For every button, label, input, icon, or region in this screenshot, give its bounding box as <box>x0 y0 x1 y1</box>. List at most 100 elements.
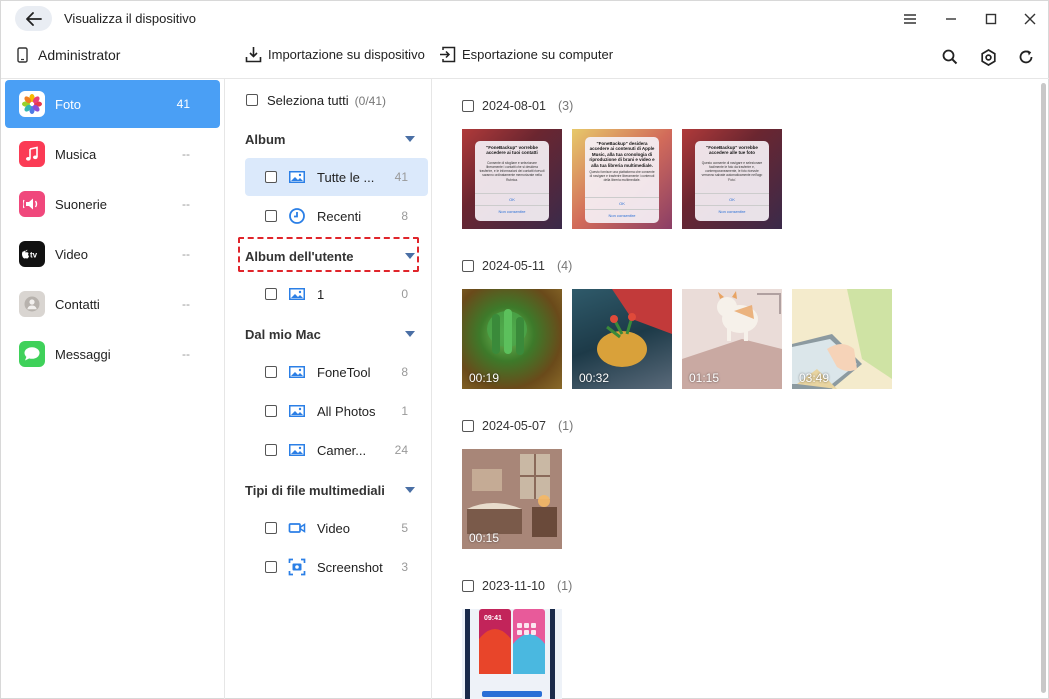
album-checkbox[interactable] <box>265 288 277 300</box>
video-thumbnail[interactable]: 03:49 <box>792 289 892 389</box>
import-button[interactable]: Importazione su dispositivo <box>245 46 425 63</box>
select-all-label[interactable]: Seleziona tutti (0/41) <box>267 93 386 108</box>
album-label: FoneTool <box>317 365 371 380</box>
settings-button[interactable] <box>977 46 999 68</box>
photo-gallery: 2024-08-01 (3) "FoneBackup" vorrebbe acc… <box>432 79 1037 699</box>
date-group-checkbox[interactable] <box>462 100 474 112</box>
album-checkbox[interactable] <box>265 444 277 456</box>
dialog-deny: Non consentire <box>585 209 659 218</box>
album-checkbox[interactable] <box>265 405 277 417</box>
section-tipi-file[interactable]: Tipi di file multimediali <box>245 483 415 498</box>
window-title: Visualizza il dispositivo <box>64 11 196 26</box>
album-label: Recenti <box>317 209 362 224</box>
sidebar-item-suonerie[interactable]: Suonerie -- <box>5 180 220 228</box>
search-icon <box>942 49 958 65</box>
title-bar: Visualizza il dispositivo <box>1 1 1049 37</box>
video-thumbnail[interactable]: 01:15 <box>682 289 782 389</box>
image-icon <box>289 405 305 417</box>
photo-thumbnail[interactable]: "FoneBackup" desidera accedere ai conten… <box>572 129 672 229</box>
sidebar-item-musica[interactable]: Musica -- <box>5 130 220 178</box>
album-item-1[interactable]: 1 0 <box>245 275 428 313</box>
sidebar-item-label: Musica <box>55 146 97 162</box>
video-duration: 00:19 <box>469 371 500 385</box>
image-icon <box>289 171 305 183</box>
photo-thumbnail[interactable]: "FoneBackup" vorrebbe accedere alle tue … <box>682 129 782 229</box>
album-count: 24 <box>394 443 408 457</box>
video-duration: 03:49 <box>799 371 830 385</box>
dialog-body: Questo consente di navigare e selezionar… <box>701 161 763 182</box>
album-item-recenti[interactable]: Recenti 8 <box>245 197 428 235</box>
album-item-all-photos[interactable]: All Photos 1 <box>245 392 428 430</box>
refresh-button[interactable] <box>1015 46 1037 68</box>
album-item-fonetool[interactable]: FoneTool 8 <box>245 353 428 391</box>
section-album[interactable]: Album <box>245 132 415 147</box>
album-item-screenshot[interactable]: Screenshot 3 <box>245 548 428 586</box>
permission-dialog: "FoneBackup" vorrebbe accedere ai tuoi c… <box>475 141 549 221</box>
screenshot-icon <box>288 558 306 576</box>
section-dal-mio-mac[interactable]: Dal mio Mac <box>245 327 415 342</box>
date-group-header: 2024-08-01 (3) <box>462 99 573 113</box>
close-icon <box>1024 13 1036 25</box>
app-window: Visualizza il dispositivo Administrator … <box>0 0 1049 699</box>
photo-thumbnail[interactable]: 09:41 <box>462 609 562 699</box>
date-label: 2024-05-11 <box>482 259 546 273</box>
import-icon <box>245 47 262 63</box>
section-title: Album <box>245 132 286 147</box>
date-label: 2023-11-10 <box>482 579 546 593</box>
date-group-checkbox[interactable] <box>462 260 474 272</box>
date-group-header: 2024-05-11 (4) <box>462 259 572 273</box>
album-item-camera[interactable]: Camer... 24 <box>245 431 428 469</box>
caret-down-icon <box>405 487 415 493</box>
album-checkbox[interactable] <box>265 522 277 534</box>
album-checkbox[interactable] <box>265 210 277 222</box>
album-checkbox[interactable] <box>265 561 277 573</box>
ringtone-icon <box>19 191 45 217</box>
export-button[interactable]: Esportazione su computer <box>439 46 613 63</box>
video-thumbnail[interactable]: 00:19 <box>462 289 562 389</box>
date-group-checkbox[interactable] <box>462 580 474 592</box>
contacts-icon <box>19 291 45 317</box>
menu-button[interactable] <box>898 7 922 31</box>
photo-frame <box>462 609 562 699</box>
album-checkbox[interactable] <box>265 366 277 378</box>
permission-dialog: "FoneBackup" desidera accedere ai conten… <box>585 137 659 223</box>
appletv-icon: tv <box>19 241 45 267</box>
video-thumbnail[interactable]: 00:15 <box>462 449 562 549</box>
sidebar-item-label: Video <box>55 246 89 262</box>
caret-down-icon <box>405 331 415 337</box>
export-icon <box>440 46 456 63</box>
svg-text:tv: tv <box>30 251 38 260</box>
select-all-checkbox[interactable] <box>246 94 258 106</box>
album-checkbox[interactable] <box>265 171 277 183</box>
sidebar-item-label: Messaggi <box>55 346 111 362</box>
album-count: 8 <box>401 365 408 379</box>
dialog-deny: Non consentire <box>475 205 549 214</box>
sidebar-item-contatti[interactable]: Contatti -- <box>5 280 220 328</box>
gallery-scrollbar[interactable] <box>1037 79 1049 699</box>
sidebar-item-foto[interactable]: Foto 41 <box>5 80 220 128</box>
back-button[interactable] <box>15 6 52 31</box>
album-count: 1 <box>401 404 408 418</box>
dialog-body: Consente di sfogliare e selezionare libe… <box>479 161 545 182</box>
maximize-button[interactable] <box>979 7 1003 31</box>
clock-icon <box>289 208 305 224</box>
sidebar-item-video[interactable]: tv Video -- <box>5 230 220 278</box>
album-label: Screenshot <box>317 560 383 575</box>
album-item-video[interactable]: Video 5 <box>245 509 428 547</box>
close-button[interactable] <box>1018 7 1042 31</box>
video-duration: 00:15 <box>469 531 500 545</box>
album-item-tutte[interactable]: Tutte le ... 41 <box>245 158 428 196</box>
video-thumbnail[interactable]: 00:32 <box>572 289 672 389</box>
scrollbar-thumb[interactable] <box>1041 83 1046 693</box>
album-label: Camer... <box>317 443 367 458</box>
dialog-ok: OK <box>475 193 549 202</box>
sidebar-item-messaggi[interactable]: Messaggi -- <box>5 330 220 378</box>
photo-thumbnail[interactable]: "FoneBackup" vorrebbe accedere ai tuoi c… <box>462 129 562 229</box>
date-group-checkbox[interactable] <box>462 420 474 432</box>
phone-icon <box>17 47 28 63</box>
select-all-count: (0/41) <box>354 94 387 108</box>
minimize-button[interactable] <box>939 7 963 31</box>
search-button[interactable] <box>939 46 961 68</box>
sidebar-item-count: -- <box>182 297 190 311</box>
album-panel: Seleziona tutti (0/41) Album Tutte le ...… <box>225 79 432 699</box>
